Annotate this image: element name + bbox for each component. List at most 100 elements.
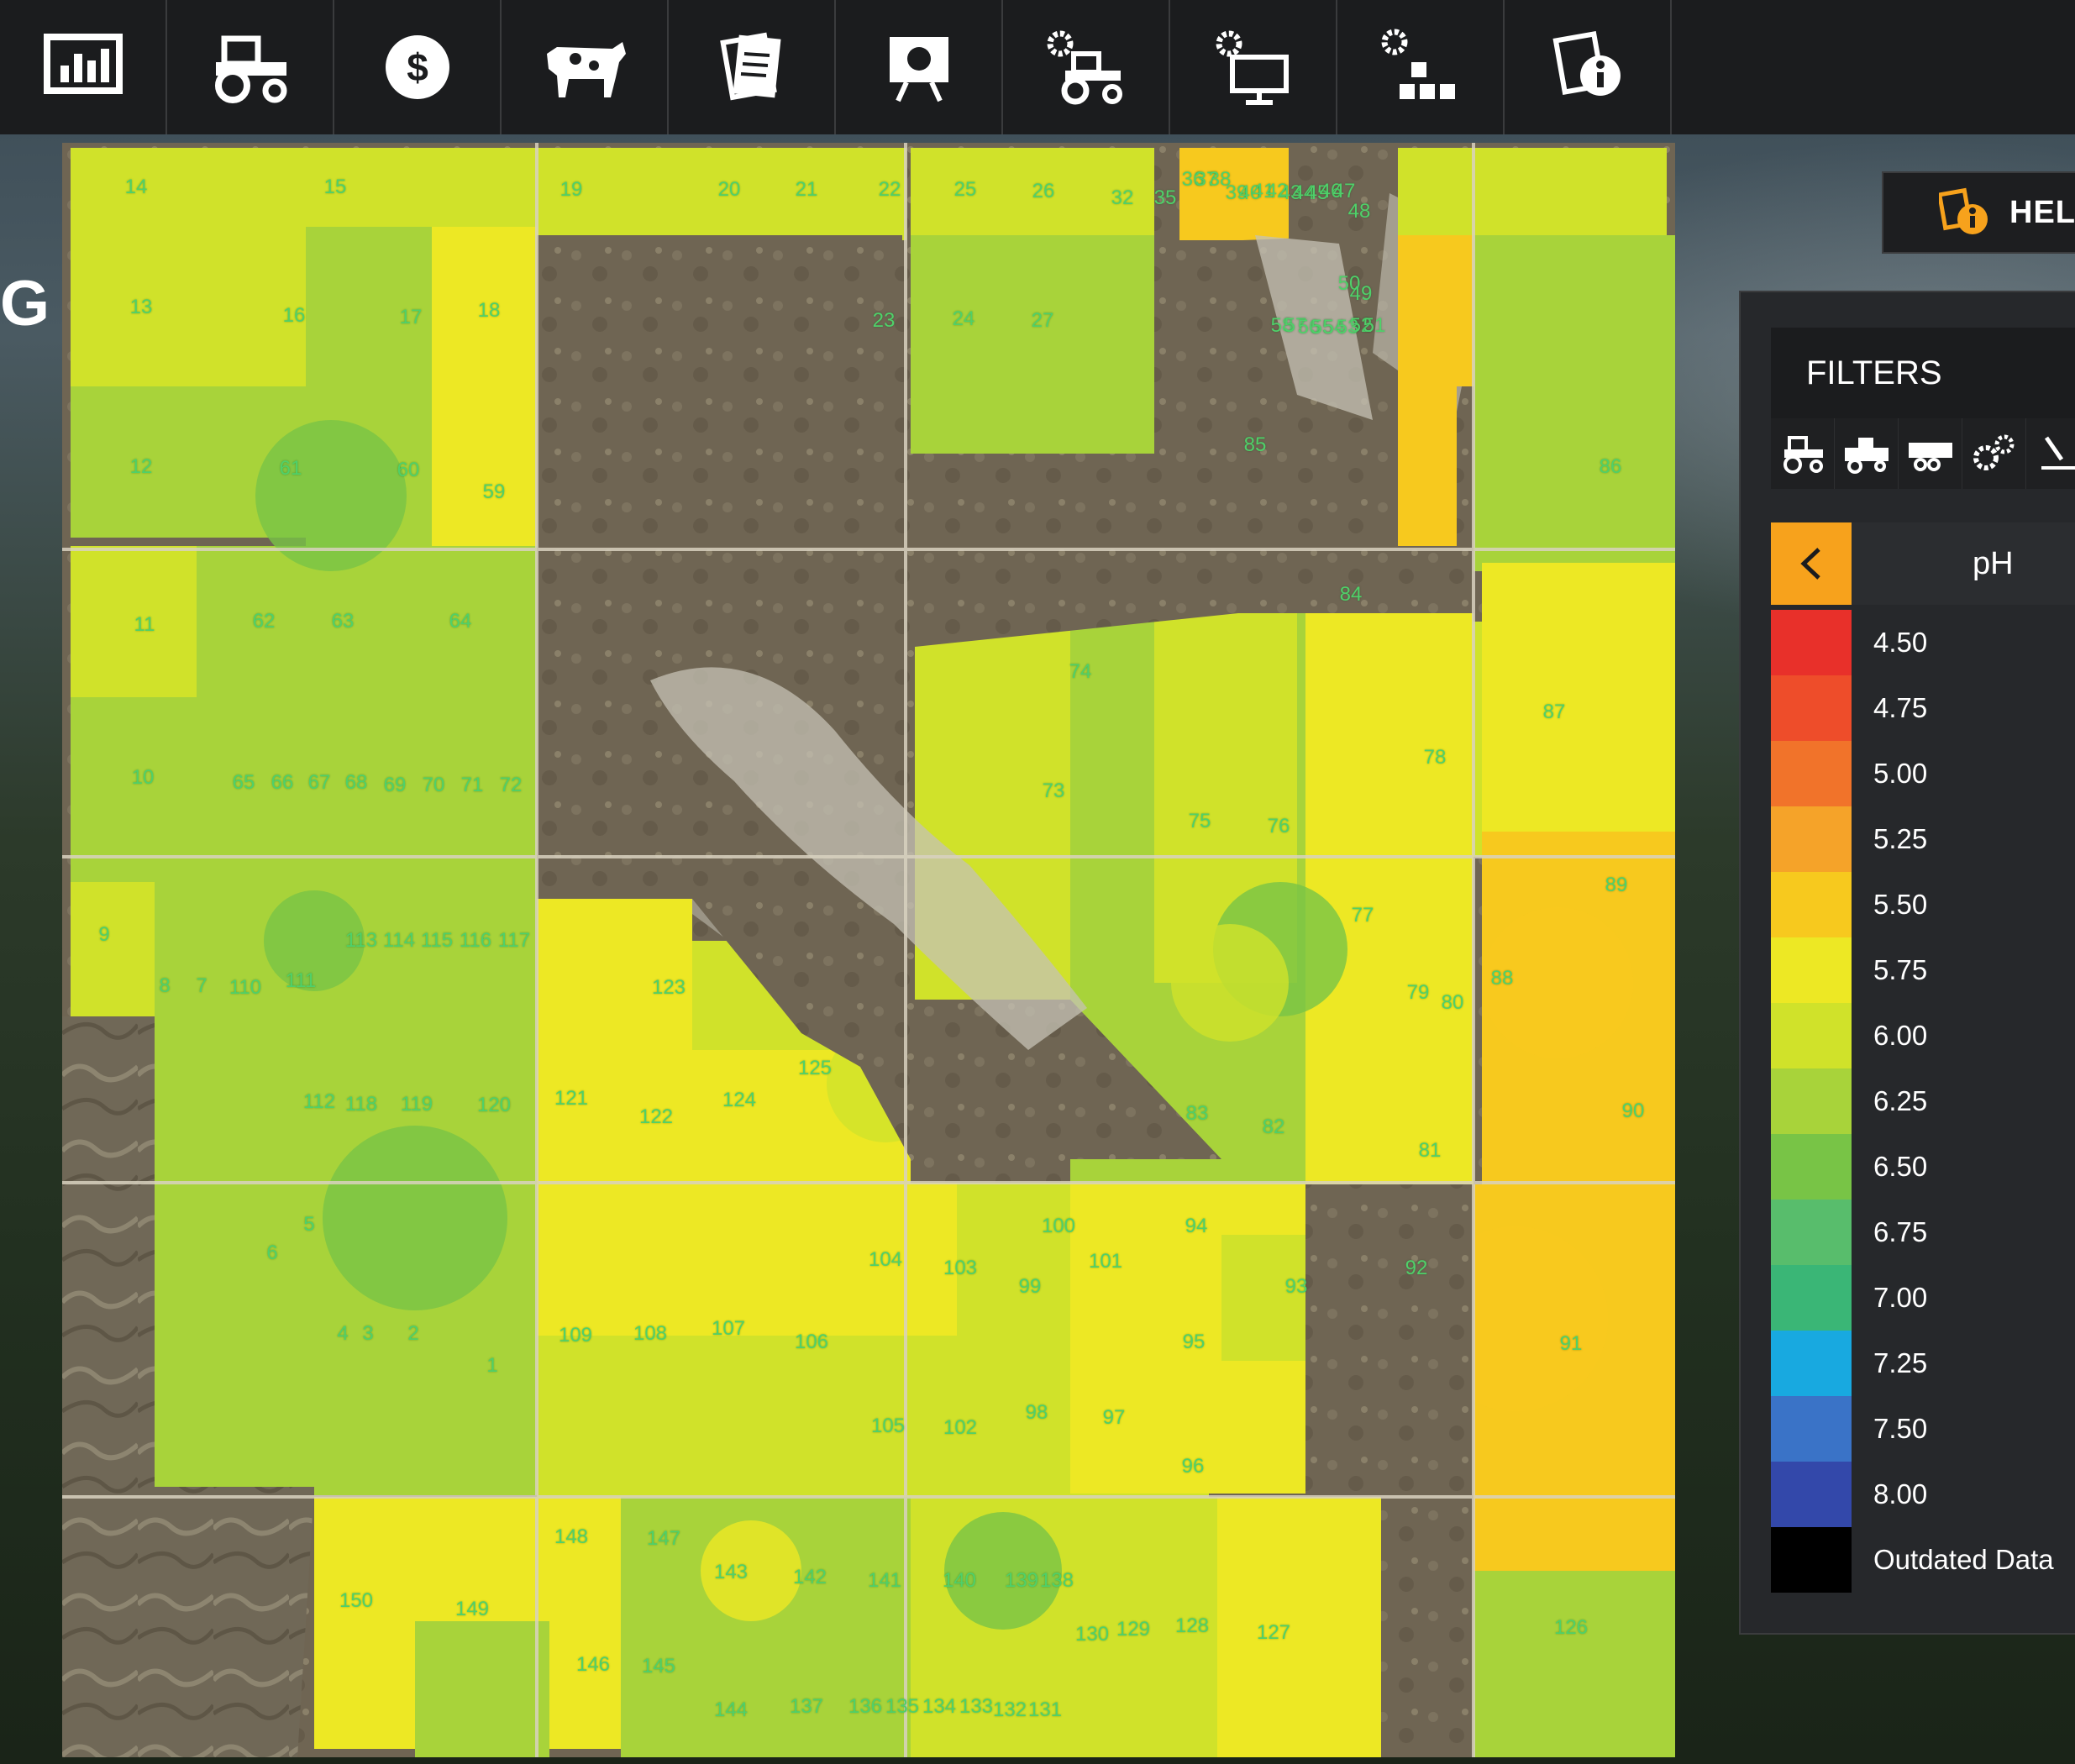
field-number-label[interactable]: 130: [1075, 1623, 1109, 1646]
field-number-label[interactable]: 12: [130, 455, 153, 479]
field-number-label[interactable]: 147: [647, 1527, 680, 1551]
field-number-label[interactable]: 112: [303, 1090, 335, 1114]
field-number-label[interactable]: 131: [1028, 1698, 1062, 1722]
field-number-label[interactable]: 65: [233, 771, 255, 795]
filter-tools-button[interactable]: [1962, 418, 2026, 489]
field-number-label[interactable]: 25: [954, 178, 977, 202]
field-number-label[interactable]: 48: [1348, 200, 1371, 223]
field-number-label[interactable]: 116: [460, 929, 491, 953]
field-number-label[interactable]: 104: [869, 1248, 902, 1272]
field-number-label[interactable]: 6: [266, 1242, 277, 1265]
field-number-label[interactable]: 83: [1186, 1102, 1209, 1126]
field-number-label[interactable]: 14: [125, 176, 148, 199]
field-number-label[interactable]: 4: [337, 1322, 348, 1346]
field-number-label[interactable]: 7: [196, 974, 207, 998]
field-number-label[interactable]: 125: [798, 1057, 832, 1080]
field-number-label[interactable]: 60: [397, 459, 420, 482]
field-number-label[interactable]: 97: [1103, 1406, 1126, 1430]
field-number-label[interactable]: 82: [1263, 1116, 1285, 1139]
field-number-label[interactable]: 1: [486, 1354, 497, 1378]
field-number-label[interactable]: 136: [848, 1695, 882, 1719]
field-number-label[interactable]: 96: [1182, 1455, 1205, 1478]
field-number-label[interactable]: 61: [280, 457, 302, 480]
field-number-label[interactable]: 102: [943, 1416, 977, 1440]
field-number-label[interactable]: 132: [993, 1698, 1027, 1722]
field-number-label[interactable]: 79: [1407, 981, 1430, 1005]
field-number-label[interactable]: 123: [652, 976, 686, 1000]
field-number-label[interactable]: 110: [229, 976, 261, 1000]
field-number-label[interactable]: 124: [722, 1089, 756, 1112]
legend-back-button[interactable]: [1771, 522, 1852, 605]
field-number-label[interactable]: 74: [1069, 660, 1092, 684]
field-number-label[interactable]: 141: [868, 1569, 901, 1593]
field-number-label[interactable]: 32: [1111, 186, 1134, 210]
field-number-label[interactable]: 17: [400, 306, 423, 329]
field-number-label[interactable]: 128: [1175, 1614, 1209, 1638]
toolbar-finances-button[interactable]: $: [334, 0, 502, 134]
field-number-label[interactable]: 148: [554, 1525, 588, 1549]
field-number-label[interactable]: 59: [483, 480, 506, 504]
field-number-label[interactable]: 135: [885, 1695, 919, 1719]
field-number-label[interactable]: 18: [478, 299, 501, 323]
field-number-label[interactable]: 49: [1350, 282, 1373, 306]
field-number-label[interactable]: 85: [1244, 433, 1267, 457]
field-number-label[interactable]: 129: [1116, 1618, 1150, 1641]
toolbar-production-button[interactable]: [1337, 0, 1505, 134]
field-number-label[interactable]: 120: [477, 1094, 511, 1117]
field-number-label[interactable]: 21: [796, 178, 818, 202]
field-number-label[interactable]: 99: [1019, 1275, 1042, 1299]
field-number-label[interactable]: 118: [345, 1093, 377, 1116]
field-number-label[interactable]: 91: [1560, 1332, 1583, 1356]
field-number-label[interactable]: 23: [873, 309, 896, 333]
field-number-label[interactable]: 139: [1005, 1569, 1038, 1593]
field-number-label[interactable]: 70: [423, 774, 445, 797]
toolbar-vehicles-button[interactable]: [167, 0, 334, 134]
toolbar-animals-button[interactable]: [502, 0, 669, 134]
field-number-label[interactable]: 144: [714, 1698, 748, 1722]
field-number-label[interactable]: 13: [130, 296, 153, 319]
field-number-label[interactable]: 122: [639, 1105, 673, 1129]
field-number-label[interactable]: 95: [1183, 1331, 1206, 1354]
field-number-label[interactable]: 66: [271, 771, 294, 795]
field-number-label[interactable]: 92: [1405, 1257, 1428, 1280]
field-number-label[interactable]: 76: [1268, 815, 1290, 838]
toolbar-tour-button[interactable]: [836, 0, 1003, 134]
field-number-label[interactable]: 115: [421, 929, 453, 953]
field-number-label[interactable]: 145: [642, 1655, 675, 1678]
field-number-label[interactable]: 137: [790, 1695, 823, 1719]
field-number-label[interactable]: 71: [461, 774, 484, 797]
field-number-label[interactable]: 35: [1154, 186, 1177, 210]
toolbar-contracts-button[interactable]: [669, 0, 836, 134]
field-number-label[interactable]: 69: [384, 774, 407, 797]
field-number-label[interactable]: 75: [1189, 810, 1211, 833]
field-number-label[interactable]: 77: [1352, 904, 1374, 927]
field-number-label[interactable]: 67: [308, 771, 331, 795]
field-number-label[interactable]: 88: [1491, 967, 1514, 990]
field-number-label[interactable]: 126: [1554, 1616, 1588, 1640]
field-number-label[interactable]: 19: [560, 178, 583, 202]
field-number-label[interactable]: 121: [554, 1087, 588, 1110]
field-number-label[interactable]: 9: [98, 923, 109, 947]
field-number-label[interactable]: 27: [1032, 309, 1054, 333]
field-number-label[interactable]: 11: [134, 613, 155, 637]
field-number-label[interactable]: 94: [1185, 1215, 1208, 1238]
field-number-label[interactable]: 24: [953, 307, 975, 331]
field-number-label[interactable]: 87: [1543, 701, 1566, 724]
field-number-label[interactable]: 22: [879, 178, 901, 202]
field-number-label[interactable]: 80: [1442, 991, 1464, 1015]
field-number-label[interactable]: 106: [795, 1331, 828, 1354]
field-number-label[interactable]: 2: [407, 1322, 418, 1346]
field-number-label[interactable]: 81: [1419, 1139, 1442, 1163]
toolbar-game-settings-button[interactable]: [1170, 0, 1337, 134]
filter-harvester-button[interactable]: [1835, 418, 1899, 489]
field-number-label[interactable]: 111: [286, 969, 316, 993]
toolbar-help-info-button[interactable]: [1505, 0, 1672, 134]
field-number-label[interactable]: 146: [576, 1653, 610, 1677]
field-number-label[interactable]: 78: [1424, 746, 1447, 769]
field-number-label[interactable]: 89: [1605, 874, 1628, 897]
help-button[interactable]: HELP: [1882, 171, 2075, 254]
field-number-label[interactable]: 72: [500, 774, 523, 797]
field-number-label[interactable]: 105: [871, 1415, 905, 1438]
filter-tool-button[interactable]: [2026, 418, 2075, 489]
field-number-label[interactable]: 107: [712, 1317, 745, 1341]
